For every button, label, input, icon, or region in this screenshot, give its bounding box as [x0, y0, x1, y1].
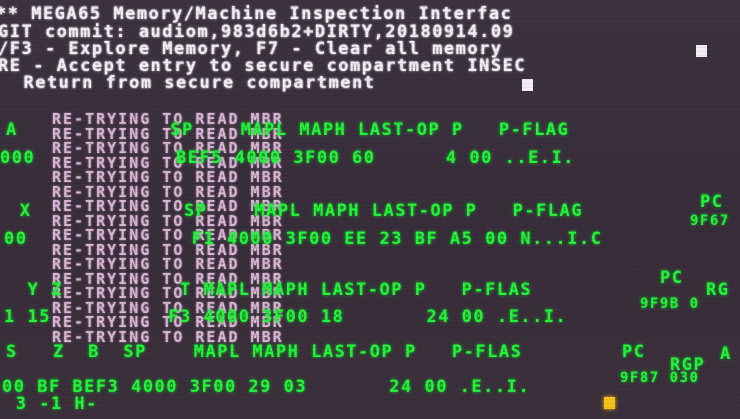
- register-values: 000 BEF5 4000 3F00 60 4 00 ..E.I.: [0, 148, 576, 168]
- text-cursor: [696, 45, 707, 57]
- address-readout: 9F9B 0: [640, 296, 700, 312]
- register-header: X SP MAPL MAPH LAST-OP P P-FLAG: [8, 201, 584, 221]
- address-readout: 9F87 030: [620, 370, 700, 386]
- input-cursor[interactable]: [604, 397, 615, 409]
- register-values: 00 F1 4000 3F00 EE 23 BF A5 00 N...I.C: [4, 229, 603, 249]
- monitor-screen: ** MEGA65 Memory/Machine Inspection Inte…: [0, 0, 740, 419]
- register-header: Y Z T MAPL MAPH LAST-OP P P-FLAS: [4, 280, 533, 300]
- register-label: A: [720, 344, 732, 364]
- pc-label: PC: [622, 342, 646, 362]
- pc-label: PC: [660, 268, 684, 288]
- register-header: S Z B SP MAPL MAPH LAST-OP P P-FLAS: [6, 342, 523, 362]
- address-readout: 9F67: [690, 213, 730, 229]
- help-line-return: Return from secure compartment: [0, 73, 376, 93]
- register-flags-line: 3 -1 H-: [4, 394, 98, 414]
- register-label: RG: [706, 280, 730, 300]
- pc-label: PC: [700, 192, 724, 212]
- register-values: 1 15 F3 4000 3F00 18 24 00 .E..I.: [4, 307, 568, 327]
- register-header: A SP MAPL MAPH LAST-OP P P-FLAG: [6, 120, 570, 140]
- prompt-cursor: [522, 79, 533, 91]
- title-line: ** MEGA65 Memory/Machine Inspection Inte…: [0, 4, 513, 24]
